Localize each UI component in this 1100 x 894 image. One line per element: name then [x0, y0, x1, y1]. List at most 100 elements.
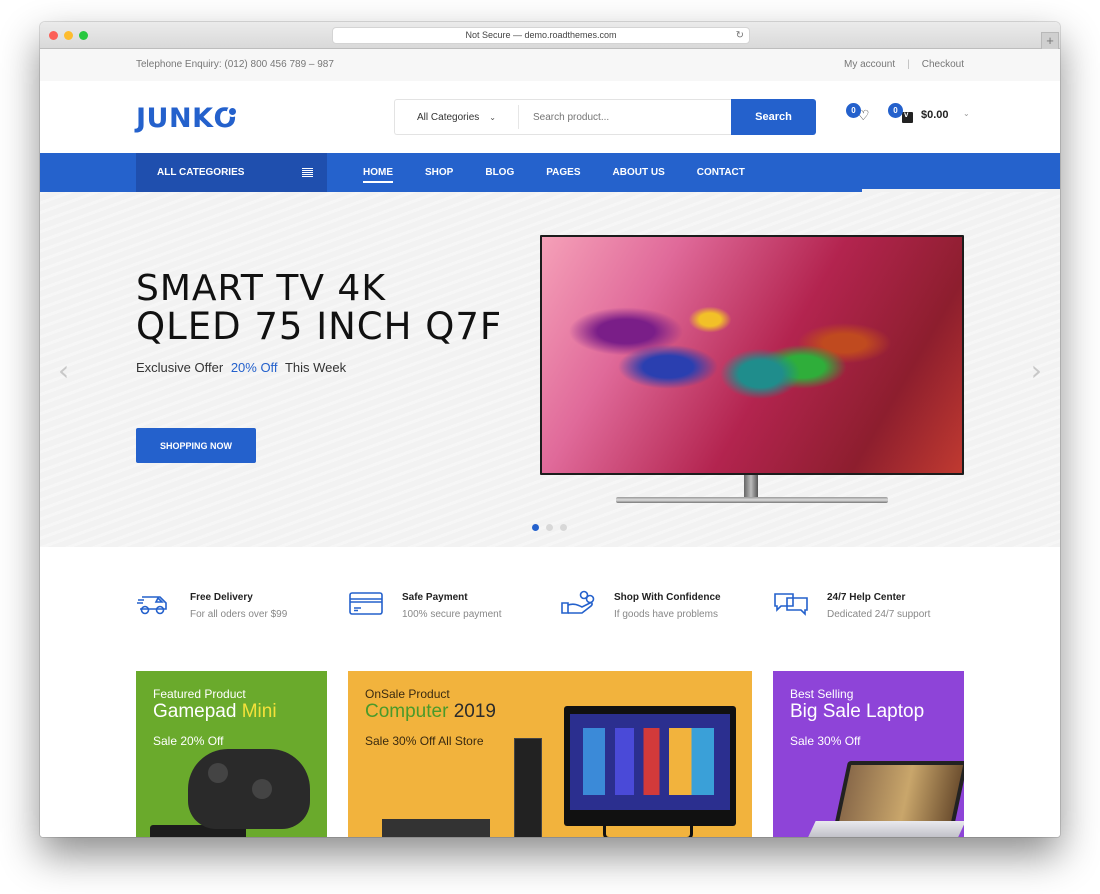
nav-home[interactable]: HOME [363, 153, 409, 192]
banner-kicker: Featured Product [153, 687, 246, 701]
feature-description: If goods have problems [614, 609, 718, 620]
cart-count-badge: 0 [888, 103, 903, 118]
feature-title: Safe Payment [402, 592, 468, 603]
hero-title: SMART TV 4K QLED 75 INCH Q7F [136, 270, 502, 346]
main-navigation: ALL CATEGORIES HOME SHOP BLOG PAGES ABOU… [40, 153, 1060, 192]
slider-next-arrow[interactable]: › [1031, 354, 1042, 387]
laptop-image [806, 761, 964, 837]
promo-banners: Featured Product Gamepad Mini Sale 20% O… [40, 671, 1060, 837]
cart-total: $0.00 [921, 109, 949, 121]
feature-shop-with-confidence: Shop With Confidence If goods have probl… [560, 589, 721, 620]
shopping-now-button[interactable]: SHOPPING NOW [136, 428, 256, 463]
offer-prefix: Exclusive Offer [136, 360, 224, 375]
account-links: My account | Checkout [844, 59, 964, 70]
banner-heading-accent: Computer [365, 701, 449, 722]
hand-coins-icon [561, 590, 595, 614]
offer-suffix: This Week [284, 360, 347, 375]
slider-dot-3[interactable] [560, 524, 567, 531]
feature-description: Dedicated 24/7 support [827, 609, 931, 620]
cart-button[interactable]: 0 $0.00 ⌄ [888, 103, 978, 129]
feature-safe-payment: Safe Payment 100% secure payment [348, 589, 502, 620]
all-in-one-pc-image [564, 706, 736, 826]
wishlist-button[interactable]: ♡ 0 [846, 103, 874, 129]
site-header: JUNKO All Categories ⌄ Search ♡ 0 0 $ [40, 81, 1060, 153]
feature-description: 100% secure payment [402, 609, 502, 620]
banner-sale: Sale 20% Off [153, 734, 224, 748]
search-input[interactable] [519, 111, 732, 123]
hero-subtitle: Exclusive Offer 20% Off This Week [136, 360, 346, 375]
slider-dot-1[interactable] [532, 524, 539, 531]
category-select-value: All Categories [417, 111, 480, 123]
nav-shop[interactable]: SHOP [409, 153, 469, 192]
feature-title: 24/7 Help Center [827, 592, 906, 603]
chevron-down-icon: ⌄ [489, 112, 496, 122]
banner-kicker: Best Selling [790, 687, 854, 701]
feature-title: Free Delivery [190, 592, 253, 603]
hero-title-line1: SMART TV 4K [136, 268, 386, 309]
pc-stand [603, 826, 693, 837]
banner-heading-main: 2019 [453, 701, 496, 722]
desktop: Not Secure — demo.roadthemes.com ↻ + Tel… [0, 0, 1100, 894]
banner-heading: Computer 2019 [365, 701, 496, 723]
banner-heading: Gamepad Mini [153, 701, 277, 723]
junko-logo[interactable]: JUNKO [136, 103, 239, 134]
banner-computer[interactable]: OnSale Product Computer 2019 Sale 30% Of… [348, 671, 752, 837]
banner-sale: Sale 30% Off [790, 734, 861, 748]
category-select[interactable]: All Categories ⌄ [395, 105, 519, 129]
credit-card-icon [349, 592, 383, 615]
separator: | [907, 59, 910, 70]
wishlist-count-badge: 0 [846, 103, 861, 118]
banner-heading-main: Gamepad [153, 701, 237, 722]
telephone-enquiry: Telephone Enquiry: (012) 800 456 789 – 9… [136, 59, 334, 70]
close-window-button[interactable] [49, 31, 58, 40]
slider-pagination [532, 524, 567, 531]
nav-links: HOME SHOP BLOG PAGES ABOUT US CONTACT [363, 153, 761, 192]
all-categories-label: ALL CATEGORIES [157, 167, 245, 178]
chat-bubbles-icon [774, 593, 808, 616]
tv-stand-base [616, 497, 888, 503]
banner-kicker: OnSale Product [365, 687, 450, 701]
banner-heading-accent: Mini [241, 701, 277, 722]
feature-free-delivery: Free Delivery For all oders over $99 [136, 589, 287, 620]
url-text: Not Secure — demo.roadthemes.com [465, 30, 617, 40]
hero-slider: ‹ SMART TV 4K QLED 75 INCH Q7F Exclusive… [40, 192, 1060, 547]
browser-window: Not Secure — demo.roadthemes.com ↻ + Tel… [40, 22, 1060, 837]
checkout-link[interactable]: Checkout [922, 59, 964, 70]
nav-contact[interactable]: CONTACT [681, 153, 761, 192]
delivery-truck-icon [137, 596, 167, 615]
banner-laptop[interactable]: Best Selling Big Sale Laptop Sale 30% Of… [773, 671, 964, 837]
maximize-window-button[interactable] [79, 31, 88, 40]
banner-gamepad[interactable]: Featured Product Gamepad Mini Sale 20% O… [136, 671, 327, 837]
webpage: Telephone Enquiry: (012) 800 456 789 – 9… [40, 49, 1060, 837]
minimize-window-button[interactable] [64, 31, 73, 40]
all-categories-menu[interactable]: ALL CATEGORIES [136, 153, 327, 192]
top-bar: Telephone Enquiry: (012) 800 456 789 – 9… [40, 49, 1060, 81]
laptop-keyboard [806, 821, 964, 837]
search-button[interactable]: Search [731, 99, 816, 135]
slider-prev-arrow[interactable]: ‹ [58, 354, 69, 387]
nav-blog[interactable]: BLOG [469, 153, 530, 192]
feature-help-center: 24/7 Help Center Dedicated 24/7 support [773, 589, 930, 620]
my-account-link[interactable]: My account [844, 59, 895, 70]
feature-description: For all oders over $99 [190, 609, 288, 620]
desktop-unit-image [382, 819, 490, 837]
tv-screen-feathers [542, 237, 962, 473]
shopping-bag-icon [902, 110, 913, 123]
slider-dot-2[interactable] [546, 524, 553, 531]
laptop-screen [833, 761, 964, 827]
nav-about-us[interactable]: ABOUT US [597, 153, 681, 192]
hero-title-line2: QLED 75 INCH Q7F [136, 305, 503, 348]
reload-icon[interactable]: ↻ [736, 28, 744, 43]
browser-titlebar: Not Secure — demo.roadthemes.com ↻ + [40, 22, 1060, 50]
pc-tower-image [514, 738, 542, 837]
chevron-down-icon: ⌄ [963, 109, 970, 118]
banner-sale: Sale 30% Off All Store [365, 734, 484, 748]
nav-pages[interactable]: PAGES [530, 153, 596, 192]
new-tab-button[interactable]: + [1041, 32, 1059, 50]
offer-highlight: 20% Off [230, 360, 278, 375]
feature-title: Shop With Confidence [614, 592, 721, 603]
banner-heading: Big Sale Laptop [790, 701, 925, 722]
plus-icon: + [1046, 33, 1054, 48]
address-bar[interactable]: Not Secure — demo.roadthemes.com ↻ [332, 27, 750, 44]
logo-text: JUNK [136, 103, 214, 134]
